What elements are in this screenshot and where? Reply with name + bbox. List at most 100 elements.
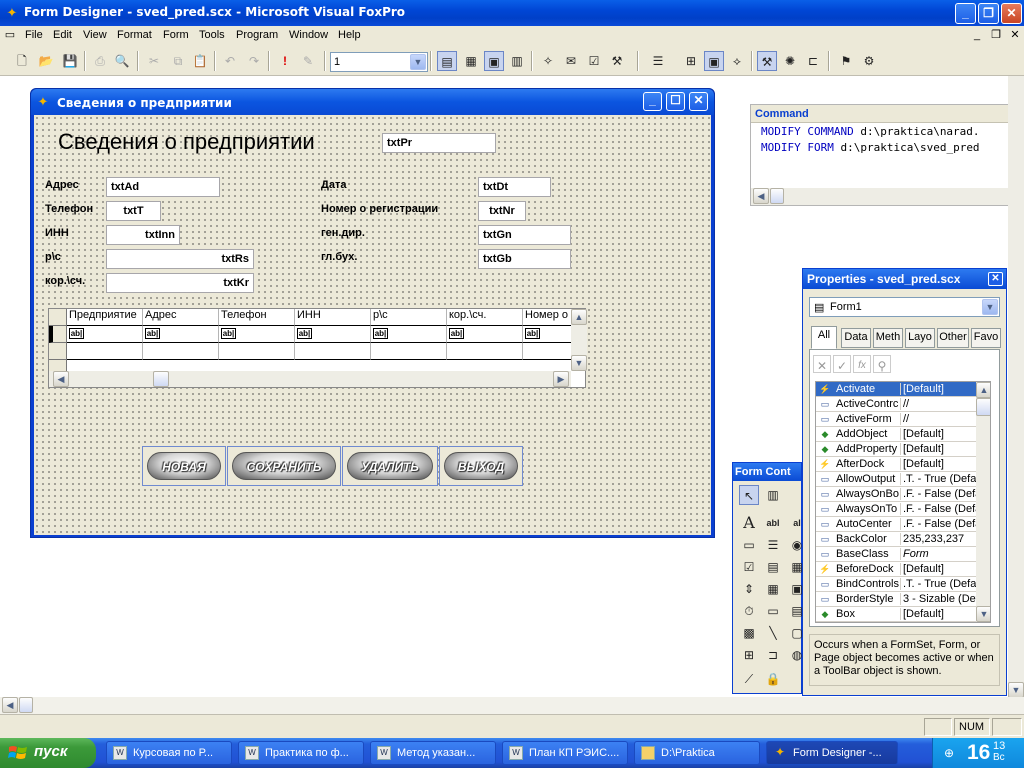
menu-window[interactable]: Window [289, 29, 328, 41]
separator-control-icon[interactable]: ⊐ [763, 645, 783, 665]
command-button-icon[interactable]: ▭ [739, 535, 759, 555]
grid-cell[interactable]: ab| [523, 326, 571, 343]
scroll-left-icon[interactable]: ◀ [2, 697, 18, 713]
color-palette-icon[interactable]: ✺ [780, 51, 800, 71]
property-row[interactable]: ▭ ActiveContrc// [816, 397, 978, 412]
scroll-up-icon[interactable]: ▲ [571, 309, 587, 325]
grid-cell[interactable]: ab| [143, 326, 219, 343]
exit-button[interactable]: ВЫХОД [439, 446, 523, 486]
heading-textbox[interactable]: txtPr [382, 133, 496, 153]
builder-lock-icon[interactable]: ⟋ [739, 669, 759, 689]
run-icon[interactable]: ! [275, 51, 295, 71]
property-row[interactable]: ◆ Box [Default] [816, 607, 978, 622]
grid-cell[interactable]: ab| [295, 326, 371, 343]
tab-order-icon[interactable]: ☰ [648, 51, 668, 71]
report-wizard-icon[interactable]: ☑ [584, 51, 604, 71]
form-heading[interactable]: Сведения о предприятии [58, 129, 315, 155]
textbox-reg-number[interactable]: txtNr [478, 201, 526, 221]
label-account[interactable]: р\с [45, 251, 61, 263]
form-canvas[interactable]: Сведения о предприятии txtPr Адрес txtAd… [34, 115, 711, 535]
grid-cell[interactable]: ab| [219, 326, 295, 343]
command-window[interactable]: Command MODIFY COMMAND d:\praktica\narad… [750, 104, 1024, 206]
delete-record-button[interactable]: УДАЛИТЬ [342, 446, 438, 486]
property-value[interactable]: [Default] [900, 563, 978, 575]
mdi-close-icon[interactable]: ✕ [1008, 29, 1022, 43]
form-maximize-button[interactable]: ☐ [666, 92, 685, 111]
property-value[interactable]: [Default] [900, 428, 978, 440]
mdi-restore-icon[interactable]: ❐ [989, 29, 1003, 43]
checkbox-control-icon[interactable]: ☑ [739, 557, 759, 577]
grid-cell[interactable]: ab| [371, 326, 447, 343]
label-director[interactable]: ген.дир. [321, 227, 365, 239]
button-lock-icon[interactable]: 🔒 [763, 669, 783, 689]
grid-cell[interactable]: ab| [67, 326, 143, 343]
ole-bound-control-icon[interactable]: ▩ [739, 623, 759, 643]
zoom-combobox[interactable]: 1 ▼ [330, 52, 428, 72]
save-record-button[interactable]: СОХРАНИТЬ [227, 446, 341, 486]
grid-header-reg-number[interactable]: Номер о [523, 309, 571, 326]
start-button[interactable]: пуск [0, 738, 96, 768]
print-preview-icon[interactable]: 🔍 [112, 51, 132, 71]
property-value[interactable]: [Default] [900, 458, 978, 470]
object-selector[interactable]: ▤ Form1 ▼ [809, 297, 1000, 317]
property-value[interactable]: .F. - False (Defa [900, 488, 978, 500]
label-accountant[interactable]: гл.бух. [321, 251, 357, 263]
workspace-vertical-scrollbar[interactable]: ▼ [1008, 76, 1024, 698]
data-grid[interactable]: Предприятие Адрес Телефон ИНН р\с кор.\с… [48, 308, 587, 388]
label-inn[interactable]: ИНН [45, 227, 69, 239]
property-value[interactable]: // [900, 413, 978, 425]
menu-edit[interactable]: Edit [53, 29, 72, 41]
scroll-thumb[interactable] [976, 398, 990, 416]
autoformat-icon[interactable]: ⚙ [859, 51, 879, 71]
grid-cell[interactable]: ab| [447, 326, 523, 343]
workspace-horizontal-scrollbar[interactable]: ◀ [0, 697, 1024, 714]
grid-cell[interactable] [447, 343, 523, 360]
close-button[interactable]: ✕ [1001, 3, 1022, 24]
textbox-director[interactable]: txtGn [478, 225, 571, 245]
property-row[interactable]: ⚡ AfterDock [Default] [816, 457, 978, 472]
open-folder-icon[interactable]: 📂 [36, 51, 56, 71]
menu-view[interactable]: View [83, 29, 107, 41]
new-file-icon[interactable]: 🗋 [12, 51, 32, 71]
code-window-icon[interactable]: ▥ [507, 51, 527, 71]
property-row[interactable]: ▭ AutoCenter .F. - False (Defa [816, 517, 978, 532]
grid-row-selector[interactable] [49, 343, 67, 360]
tab-other[interactable]: Other [937, 328, 969, 348]
grid-cell[interactable] [523, 343, 571, 360]
modify-icon[interactable]: ✎ [298, 51, 318, 71]
textbox-control-icon[interactable]: abl [763, 513, 783, 533]
menu-program[interactable]: Program [236, 29, 278, 41]
command-line[interactable]: MODIFY COMMAND d:\praktica\narad. [761, 125, 980, 138]
data-session-icon[interactable]: ▦ [461, 51, 481, 71]
taskbar-item-word-1[interactable]: W Курсовая по Р... [106, 741, 232, 765]
tab-methods[interactable]: Meth [873, 328, 903, 348]
property-row[interactable]: ▭ BackColor 235,233,237 [816, 532, 978, 547]
property-row[interactable]: ▭ AllowOutput .T. - True (Defau [816, 472, 978, 487]
grid-control-icon[interactable]: ▦ [763, 579, 783, 599]
property-value[interactable]: [Default] [900, 383, 978, 395]
save-icon[interactable]: 💾 [60, 51, 80, 71]
grid-header-phone[interactable]: Телефон [219, 309, 295, 326]
grid-cell[interactable] [143, 343, 219, 360]
property-value[interactable]: 235,233,237 [900, 533, 978, 545]
property-value[interactable]: .T. - True (Defau [900, 473, 978, 485]
textbox-address[interactable]: txtAd [106, 177, 220, 197]
taskbar-item-folder[interactable]: D:\Praktica [634, 741, 760, 765]
grid-cell[interactable] [371, 343, 447, 360]
command-horizontal-scrollbar[interactable]: ◀ [751, 188, 1023, 205]
scroll-thumb[interactable] [153, 371, 169, 387]
properties-scrollbar[interactable]: ▲ ▼ [976, 382, 990, 622]
form-controls-toolbar-icon[interactable]: ⚒ [757, 51, 777, 71]
menu-help[interactable]: Help [338, 29, 361, 41]
textbox-corr-account[interactable]: txtKr [106, 273, 254, 293]
tools-icon[interactable]: ⚒ [607, 51, 627, 71]
select-pointer-icon[interactable]: ↖ [739, 485, 759, 505]
form-properties-icon[interactable]: ▣ [704, 51, 724, 71]
combobox-control-icon[interactable]: ▤ [763, 557, 783, 577]
label-control-icon[interactable]: A [739, 513, 759, 533]
grid-header-inn[interactable]: ИНН [295, 309, 371, 326]
foxpro-icon[interactable]: ✦ [5, 6, 19, 20]
property-row[interactable]: ▭ ActiveForm // [816, 412, 978, 427]
property-value[interactable]: Form [900, 548, 978, 560]
property-value[interactable]: .T. - True (Defa [900, 578, 978, 590]
